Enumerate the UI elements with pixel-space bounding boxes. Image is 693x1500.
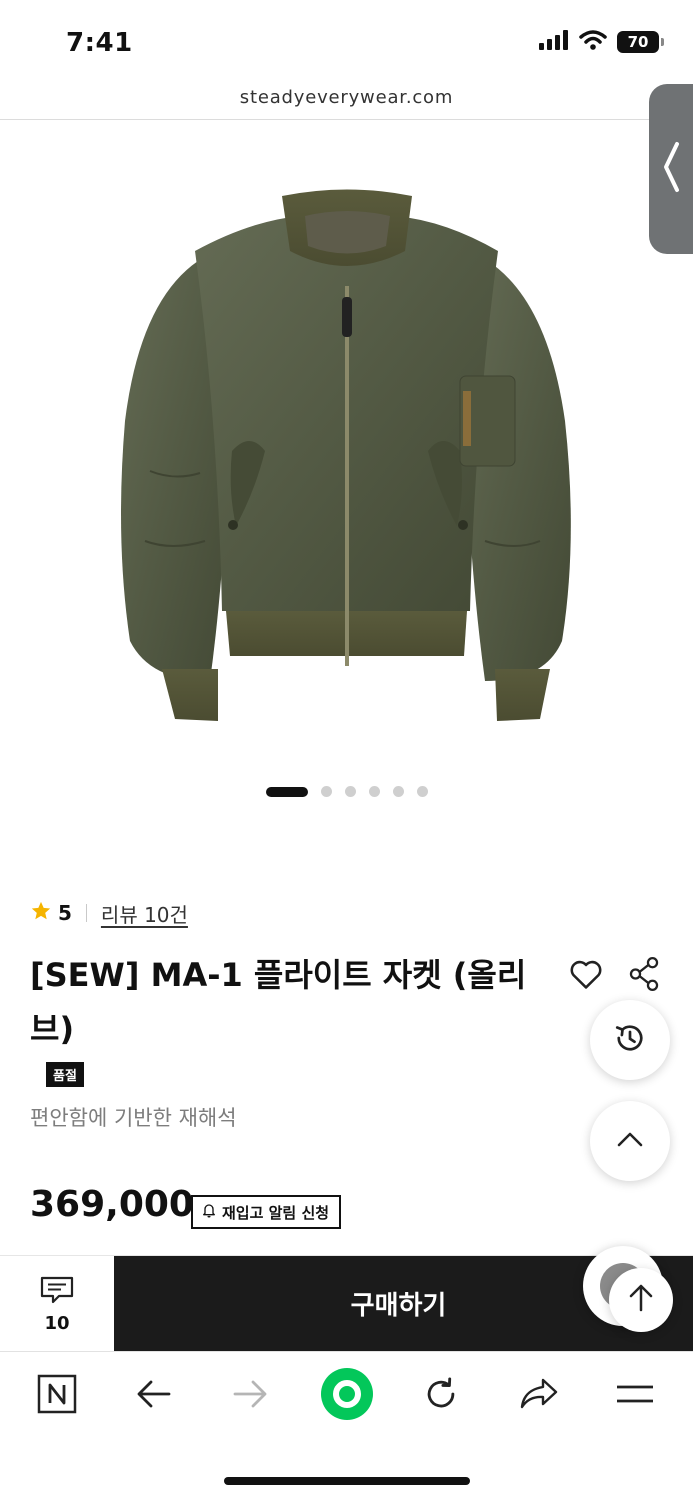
soldout-badge: 품절 <box>46 1062 84 1087</box>
menu-button[interactable] <box>614 1352 656 1440</box>
history-icon <box>612 1020 648 1060</box>
wishlist-button[interactable] <box>567 955 605 993</box>
status-time: 7:41 <box>66 28 133 58</box>
carousel-dot[interactable] <box>344 786 356 797</box>
recently-viewed-button[interactable] <box>590 1000 670 1080</box>
rating-row: 5 리뷰 10건 <box>30 899 188 928</box>
naver-home-button[interactable] <box>36 1352 78 1440</box>
share-arrow-icon <box>519 1377 559 1415</box>
scroll-top-button[interactable] <box>590 1101 670 1181</box>
battery-icon: 70 <box>617 31 664 53</box>
carousel-dot[interactable] <box>416 786 428 797</box>
home-indicator <box>224 1477 470 1485</box>
back-button[interactable] <box>134 1352 174 1440</box>
restock-alert-button[interactable]: 재입고 알림 신청 <box>191 1195 342 1229</box>
product-price: 369,000 <box>30 1184 194 1225</box>
wifi-icon <box>579 30 607 54</box>
refresh-button[interactable] <box>421 1352 461 1440</box>
back-arrow-icon <box>136 1379 172 1413</box>
status-bar: 7:41 70 <box>0 0 693 84</box>
forward-arrow-icon <box>232 1379 268 1413</box>
carousel-dot-active[interactable] <box>265 786 308 797</box>
url-text: steadyeverywear.com <box>239 87 454 108</box>
menu-icon <box>615 1383 655 1409</box>
carousel-indicator <box>0 786 693 797</box>
carousel-dot[interactable] <box>368 786 380 797</box>
restock-alert-label: 재입고 알림 신청 <box>222 1203 330 1222</box>
product-subtitle: 편안함에 기반한 재해석 <box>30 1106 237 1130</box>
comment-icon <box>39 1275 75 1309</box>
comment-count: 10 <box>44 1312 70 1334</box>
comment-button[interactable]: 10 <box>0 1256 114 1352</box>
scroll-up-button[interactable] <box>609 1268 673 1332</box>
green-dot-button[interactable] <box>320 1352 374 1440</box>
naver-n-icon <box>37 1374 77 1418</box>
arrow-up-icon <box>627 1283 655 1317</box>
divider <box>85 904 87 922</box>
status-icons: 70 <box>539 30 664 54</box>
review-count-link[interactable]: 리뷰 10건 <box>101 899 188 928</box>
forward-button[interactable] <box>230 1352 270 1440</box>
home-dot-icon <box>320 1367 374 1425</box>
jacket-illustration <box>121 189 571 721</box>
star-icon <box>30 900 52 926</box>
product-title: [SEW] MA-1 플라이트 자켓 (올리브) <box>30 956 527 1048</box>
product-image[interactable] <box>0 121 693 761</box>
carousel-dot[interactable] <box>392 786 404 797</box>
carousel-dot[interactable] <box>320 786 332 797</box>
share-page-button[interactable] <box>518 1352 560 1440</box>
browser-toolbar <box>0 1351 693 1439</box>
chevron-up-icon <box>615 1129 645 1153</box>
signal-icon <box>539 30 569 54</box>
rating-value: 5 <box>58 901 72 925</box>
share-button[interactable] <box>627 955 661 993</box>
share-icon <box>627 956 661 997</box>
heart-icon <box>567 960 605 997</box>
address-bar[interactable]: steadyeverywear.com <box>0 84 693 120</box>
bell-icon <box>201 1202 217 1222</box>
refresh-icon <box>422 1375 460 1417</box>
